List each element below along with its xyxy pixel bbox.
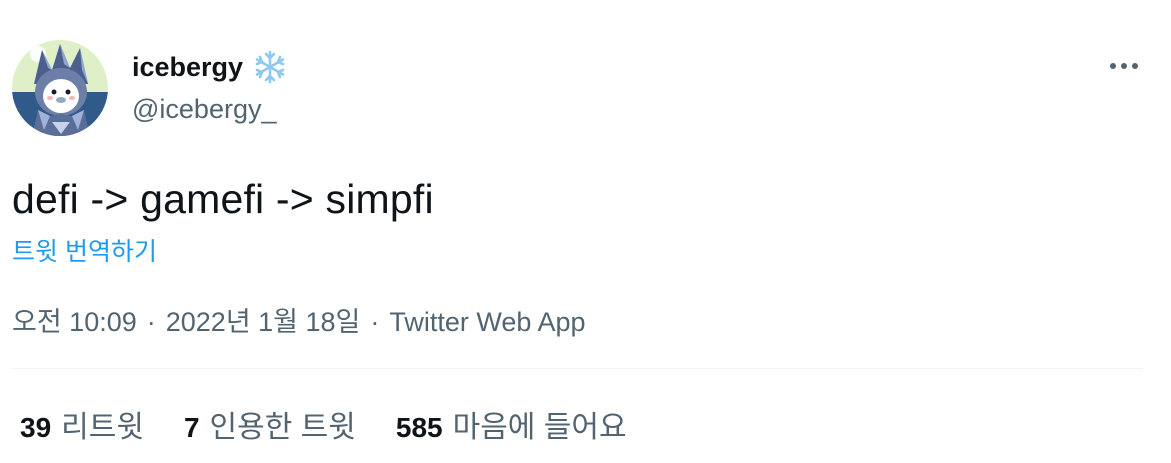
tweet-stats: 39 리트윗 7 인용한 트윗 585 마음에 들어요: [20, 402, 627, 446]
retweet-count-link[interactable]: 39 리트윗: [20, 402, 144, 446]
author-display-name[interactable]: icebergy: [132, 52, 243, 83]
tweet-time[interactable]: 오전 10:09: [12, 300, 137, 339]
author-avatar[interactable]: [12, 40, 108, 136]
penguin-avatar-icon: [12, 40, 108, 136]
tweet-date[interactable]: 2022년 1월 18일: [166, 300, 361, 339]
author-name-row: icebergy: [132, 50, 287, 84]
translate-tweet-link[interactable]: 트윗 번역하기: [12, 232, 157, 268]
meta-separator: ·: [370, 307, 380, 337]
tweet-meta: 오전 10:09 · 2022년 1월 18일 · Twitter Web Ap…: [12, 300, 585, 339]
more-options-icon[interactable]: [1106, 52, 1142, 80]
author-handle[interactable]: @icebergy_: [132, 94, 276, 125]
quote-label: 인용한 트윗: [209, 411, 356, 444]
tweet-text: defi -> gamefi -> simpfi: [12, 176, 434, 222]
retweet-count: 39: [20, 412, 52, 443]
divider: [12, 368, 1143, 369]
snowflake-icon: [253, 50, 287, 84]
like-label: 마음에 들어요: [452, 411, 627, 444]
quote-count-link[interactable]: 7 인용한 트윗: [184, 402, 356, 446]
tweet-source[interactable]: Twitter Web App: [389, 307, 585, 338]
retweet-label: 리트윗: [61, 411, 144, 444]
quote-count: 7: [183, 412, 200, 443]
meta-separator: ·: [146, 307, 156, 337]
like-count: 585: [395, 412, 443, 443]
like-count-link[interactable]: 585 마음에 들어요: [396, 402, 627, 446]
